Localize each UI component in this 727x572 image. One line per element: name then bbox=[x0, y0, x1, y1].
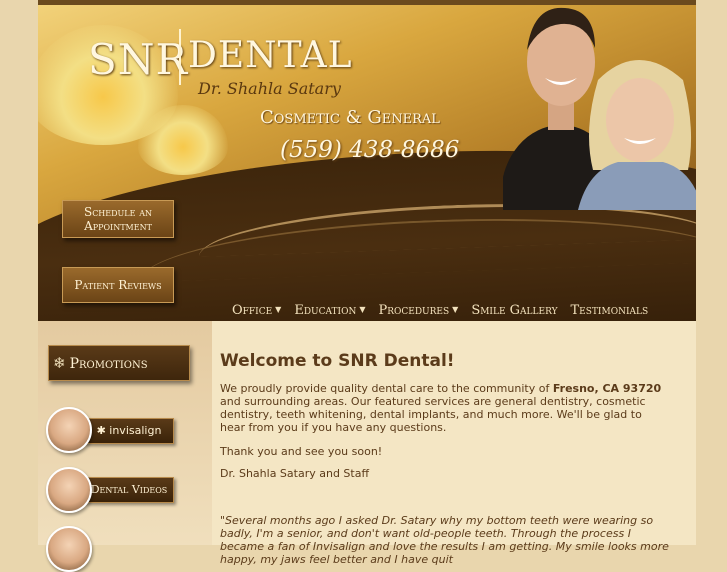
invisalign-star-icon: ✱ bbox=[96, 424, 106, 437]
nav-testimonials[interactable]: Testimonials bbox=[571, 303, 649, 318]
page: SNR DENTAL Dr. Shahla Satary Cosmetic & … bbox=[38, 0, 696, 572]
invisalign-button[interactable]: ✱ invisalign bbox=[84, 418, 174, 444]
signoff-text: Dr. Shahla Satary and Staff bbox=[220, 467, 370, 480]
nav-education[interactable]: Education ▼ bbox=[294, 303, 365, 318]
testimonial-quote: "Several months ago I asked Dr. Satary w… bbox=[220, 514, 669, 566]
intro-text-b: and surrounding areas. Our featured serv… bbox=[220, 395, 646, 434]
nav-procedures-label: Procedures bbox=[378, 303, 450, 318]
nav-smile-gallery[interactable]: Smile Gallery bbox=[471, 303, 557, 318]
promotions-label: Promotions bbox=[69, 356, 148, 372]
intro-paragraph: We proudly provide quality dental care t… bbox=[220, 382, 670, 434]
dental-videos-label: Dental Videos bbox=[90, 483, 168, 496]
schedule-label-line2: Appointment bbox=[84, 219, 152, 233]
snowflake-icon: ❄ bbox=[53, 354, 66, 372]
schedule-label-line1: Schedule an bbox=[83, 205, 153, 219]
logo-snr: SNR bbox=[88, 35, 189, 84]
caret-down-icon: ▼ bbox=[452, 305, 459, 314]
tagline: Cosmetic & General bbox=[260, 107, 440, 128]
nav-education-label: Education bbox=[294, 303, 357, 318]
thanks-text: Thank you and see you soon! bbox=[220, 445, 383, 458]
page-title: Welcome to SNR Dental! bbox=[220, 351, 455, 371]
avatar bbox=[46, 526, 92, 572]
patient-reviews-button[interactable]: Patient Reviews bbox=[62, 267, 174, 303]
avatar bbox=[46, 467, 92, 513]
logo-dental: DENTAL bbox=[188, 35, 353, 76]
dental-videos-button[interactable]: Dental Videos bbox=[84, 477, 174, 503]
nav-office-label: Office bbox=[232, 303, 273, 318]
woman-photo bbox=[578, 60, 696, 210]
nav-smile-gallery-label: Smile Gallery bbox=[471, 303, 558, 318]
intro-city: Fresno, CA 93720 bbox=[552, 382, 662, 395]
nav-office[interactable]: Office ▼ bbox=[232, 303, 281, 318]
nav-procedures[interactable]: Procedures ▼ bbox=[378, 303, 458, 318]
phone-number[interactable]: (559) 438-8686 bbox=[280, 137, 459, 163]
left-sidebar: ❄ Promotions ✱ invisalign Dental Videos bbox=[38, 321, 212, 572]
flower-decoration bbox=[138, 105, 228, 175]
schedule-appointment-button[interactable]: Schedule an Appointment bbox=[62, 200, 174, 238]
main-content: Welcome to SNR Dental! We proudly provid… bbox=[212, 321, 696, 566]
intro-text-a: We proudly provide quality dental care t… bbox=[220, 382, 553, 395]
caret-down-icon: ▼ bbox=[359, 305, 366, 314]
doctor-name: Dr. Shahla Satary bbox=[198, 79, 341, 98]
logo-divider bbox=[179, 29, 181, 85]
main-nav: Office ▼ Education ▼ Procedures ▼ Smile Gal… bbox=[232, 303, 661, 318]
avatar bbox=[46, 407, 92, 453]
invisalign-label: invisalign bbox=[109, 424, 162, 437]
nav-testimonials-label: Testimonials bbox=[570, 303, 649, 318]
patient-reviews-label: Patient Reviews bbox=[74, 278, 162, 292]
header-banner: SNR DENTAL Dr. Shahla Satary Cosmetic & … bbox=[38, 5, 696, 321]
caret-down-icon: ▼ bbox=[275, 305, 282, 314]
promotions-button[interactable]: ❄ Promotions bbox=[48, 345, 190, 381]
